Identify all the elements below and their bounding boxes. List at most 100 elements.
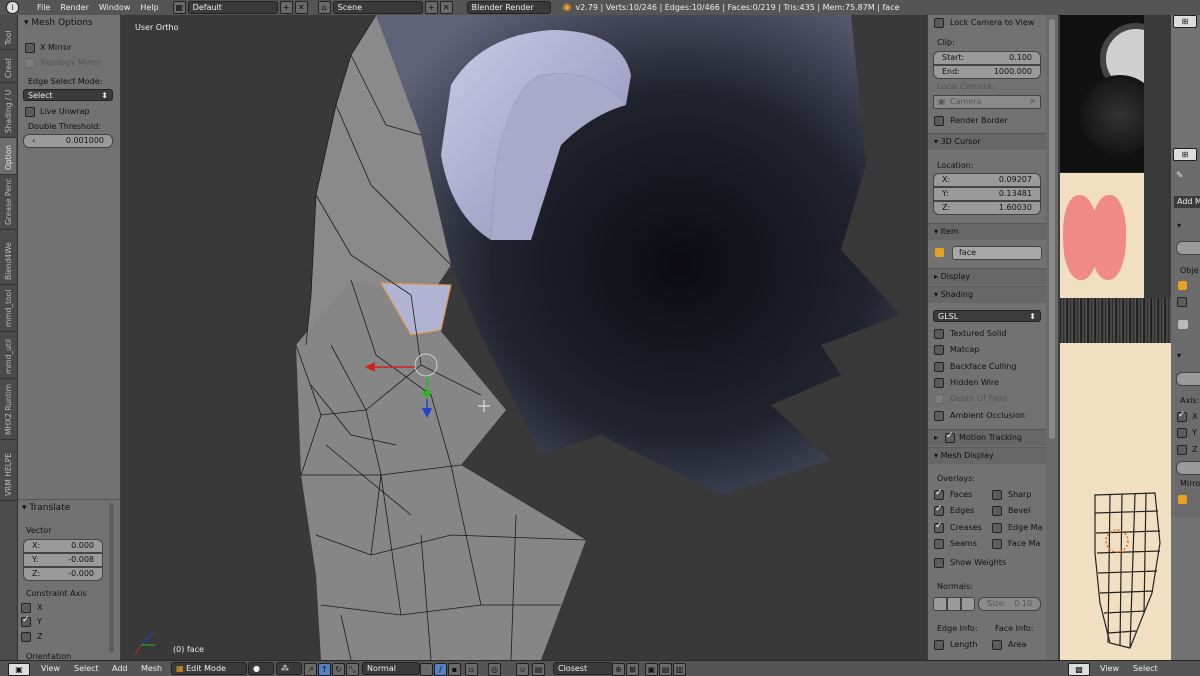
rotate-manipulator-icon[interactable]: ↻ [332, 663, 345, 676]
properties-scrollbar[interactable] [1046, 15, 1058, 660]
render-preview-icon[interactable]: ▣ [645, 663, 658, 676]
menu-help[interactable]: Help [140, 3, 158, 12]
tab-grease-pencil[interactable]: Grease Penc [0, 175, 16, 230]
menu-render[interactable]: Render [60, 3, 88, 12]
snap-option-icon-1[interactable]: ⊕ [612, 663, 625, 676]
object-field[interactable] [1176, 241, 1200, 255]
snap-element-icon[interactable]: ▤ [532, 663, 545, 676]
mesh-options-header[interactable]: ▾ Mesh Options [24, 18, 93, 28]
snap-target-selector[interactable]: Closest [553, 662, 613, 675]
pin-icon[interactable]: ✎ [1176, 171, 1184, 181]
transform-orientation-selector[interactable]: Normal [362, 662, 420, 675]
clip-end-field[interactable]: End: 1000.000 [933, 65, 1041, 79]
constraint-y-checkbox[interactable] [21, 615, 31, 627]
layout-selector[interactable]: Default [187, 1, 278, 14]
length-checkbox[interactable] [934, 640, 944, 650]
opengl-render-icon[interactable]: ▤ [659, 663, 672, 676]
limit-selection-icon[interactable]: ▫ [465, 663, 478, 676]
hidden-wire-checkbox[interactable] [934, 378, 944, 388]
tab-shading-uvs[interactable]: Shading / U [0, 83, 16, 138]
menu-mesh[interactable]: Mesh [141, 664, 162, 673]
viewport-shading-selector[interactable]: ● [248, 662, 274, 675]
modifier-field[interactable] [1176, 372, 1200, 386]
edges-overlay-checkbox[interactable] [934, 504, 944, 516]
translate-manipulator-icon[interactable]: ↑ [318, 663, 331, 676]
merge-toggle[interactable] [1176, 461, 1200, 475]
vertex-normals-button[interactable] [933, 597, 947, 611]
menu-select[interactable]: Select [74, 664, 99, 673]
3d-cursor-header[interactable]: ▾ 3D Cursor [928, 133, 1046, 150]
pivot-point-selector[interactable]: ⁂ [276, 662, 302, 675]
image-editor-type-icon[interactable]: ▩ [1068, 663, 1090, 676]
shading-mode-dropdown[interactable]: GLSL ⬍ [933, 310, 1041, 322]
matcap-checkbox[interactable] [934, 345, 944, 355]
split-normals-button[interactable] [947, 597, 961, 611]
normals-size-field[interactable]: Size: 0.10 [978, 597, 1041, 611]
axis-y-checkbox[interactable] [1177, 428, 1187, 438]
add-modifier-button[interactable]: Add M [1174, 196, 1200, 208]
interaction-mode-selector[interactable]: ▦ Edit Mode [171, 662, 247, 675]
menu-add[interactable]: Add [112, 664, 128, 673]
panel-collapse-icon[interactable]: ▾ [1177, 221, 1181, 230]
image-menu-select[interactable]: Select [1133, 664, 1158, 673]
live-unwrap-checkbox[interactable] [25, 107, 35, 117]
uv-image-editor[interactable] [1060, 15, 1171, 660]
remove-scene-icon[interactable]: ✕ [439, 1, 453, 14]
constraint-z-checkbox[interactable] [21, 632, 31, 642]
screen-layout-icon[interactable]: ▦ [172, 1, 186, 14]
show-weights-checkbox[interactable] [934, 558, 944, 568]
creases-overlay-checkbox[interactable] [934, 521, 944, 533]
menu-view[interactable]: View [41, 664, 60, 673]
snap-option-icon-2[interactable]: ⊠ [626, 663, 639, 676]
vector-x-field[interactable]: X: 0.000 [23, 539, 103, 553]
motion-tracking-checkbox[interactable] [945, 431, 955, 443]
editor-type-3d-icon[interactable]: ▣ [8, 663, 30, 676]
ambient-occlusion-checkbox[interactable] [934, 411, 944, 421]
cursor-x-field[interactable]: X: 0.09207 [933, 173, 1041, 187]
tab-mmd-util[interactable]: mmd_util [0, 332, 16, 379]
topology-mirror-checkbox[interactable] [25, 58, 35, 68]
axis-z-checkbox[interactable] [1177, 445, 1187, 455]
operator-scrollbar[interactable] [109, 503, 114, 653]
x-mirror-checkbox[interactable] [25, 43, 35, 53]
translate-header[interactable]: ▾ Translate [22, 503, 70, 513]
add-layout-icon[interactable]: + [279, 1, 293, 14]
clear-icon[interactable]: ✕ [1029, 96, 1036, 108]
motion-tracking-header[interactable]: ▸Motion Tracking [928, 429, 1046, 446]
panel-collapse-icon-2[interactable]: ▾ [1177, 351, 1181, 360]
edge-select-mode-dropdown[interactable]: Select ⬍ [23, 89, 113, 101]
face-normals-button[interactable] [961, 597, 975, 611]
scene-selector[interactable]: Scene [332, 1, 423, 14]
area-checkbox[interactable] [992, 640, 1002, 650]
shading-header[interactable]: ▾ Shading [928, 286, 1046, 303]
remove-layout-icon[interactable]: ✕ [294, 1, 308, 14]
scrollbar-thumb[interactable] [1049, 19, 1055, 439]
tab-vrm-helper[interactable]: VRM HELPE [0, 440, 16, 501]
edge-marks-overlay-checkbox[interactable] [992, 523, 1002, 533]
tab-options[interactable]: Option [0, 138, 16, 175]
vector-z-field[interactable]: Z: -0.000 [23, 567, 103, 581]
display-header[interactable]: ▸ Display [928, 268, 1046, 285]
backface-culling-checkbox[interactable] [934, 362, 944, 372]
mesh-display-header[interactable]: ▾ Mesh Display [928, 447, 1046, 464]
tab-tool[interactable]: Tool [0, 15, 16, 50]
viewport-scene[interactable] [121, 15, 927, 660]
vector-y-field[interactable]: Y: -0.008 [23, 553, 103, 567]
faces-overlay-checkbox[interactable] [934, 488, 944, 500]
cursor-y-field[interactable]: Y: 0.13481 [933, 187, 1041, 201]
textured-solid-checkbox[interactable] [934, 329, 944, 339]
properties-editor-icon[interactable]: ⊞ [1173, 148, 1197, 161]
editor-type-icon[interactable]: ⊞ [1173, 15, 1197, 28]
opengl-anim-icon[interactable]: ▥ [673, 663, 686, 676]
snap-toggle-icon[interactable]: ∪ [516, 663, 529, 676]
menu-window[interactable]: Window [99, 3, 131, 12]
bevel-overlay-checkbox[interactable] [992, 506, 1002, 516]
seams-overlay-checkbox[interactable] [934, 539, 944, 549]
face-select-icon[interactable]: ▪ [448, 663, 461, 676]
scene-icon[interactable]: ⌂ [317, 1, 331, 14]
lock-camera-checkbox[interactable] [934, 18, 944, 28]
render-border-checkbox[interactable] [934, 116, 944, 126]
menu-file[interactable]: File [37, 3, 50, 12]
tab-blend4web[interactable]: Blend4We [0, 230, 16, 285]
option-checkbox[interactable] [1177, 297, 1187, 307]
